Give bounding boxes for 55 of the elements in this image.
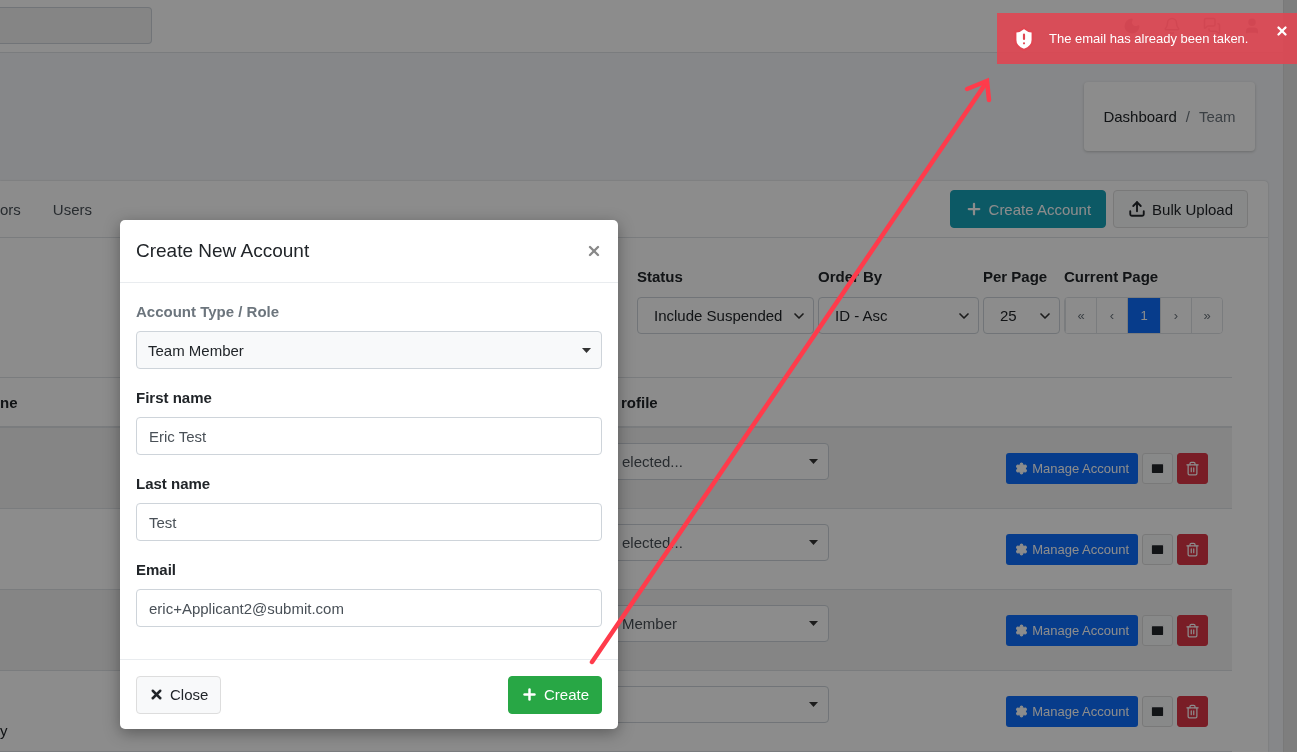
close-button[interactable]: Close: [136, 675, 222, 714]
close-icon: [149, 687, 164, 702]
field-label: First name: [136, 389, 213, 406]
shield-alert-icon: [1011, 25, 1037, 52]
create-account-button[interactable]: Create Account: [949, 190, 1107, 228]
input-field[interactable]: eric+Applicant2@submit.com: [136, 589, 602, 627]
gear-icon: [1015, 623, 1029, 637]
search-field[interactable]: [0, 7, 152, 45]
trash-icon[interactable]: [1177, 533, 1208, 565]
filter-label: Per Page: [983, 268, 1049, 285]
trash-icon[interactable]: [1177, 452, 1208, 484]
role-select[interactable]: Team Member: [136, 331, 602, 369]
close-icon[interactable]: [1275, 24, 1289, 38]
caret-icon: [809, 458, 818, 464]
field-label: Email: [136, 561, 178, 578]
column-header: ne: [0, 393, 18, 411]
gear-icon: [1015, 461, 1029, 475]
page-link[interactable]: »: [1191, 298, 1222, 333]
toast-message: The email has already been taken.: [1049, 31, 1249, 46]
column-header: rofile: [621, 393, 658, 411]
plus-icon: [520, 686, 538, 703]
filter-label: Status: [637, 268, 684, 285]
upload-icon: [1128, 200, 1147, 218]
close-icon[interactable]: [586, 243, 602, 259]
caret-icon: [809, 539, 818, 545]
filter-select[interactable]: Include Suspended: [637, 297, 814, 334]
manage-account-button[interactable]: Manage Account: [1006, 452, 1138, 484]
filter-select[interactable]: ID - Asc: [818, 297, 979, 334]
create-button[interactable]: Create: [507, 675, 602, 714]
breadcrumb-item[interactable]: Dashboard: [1103, 108, 1177, 126]
caret-icon: [809, 620, 818, 626]
filter-label: Current Page: [1064, 268, 1160, 285]
gear-icon: [1015, 704, 1029, 718]
manage-account-button[interactable]: Manage Account: [1006, 533, 1138, 565]
input-field[interactable]: Eric Test: [136, 417, 602, 455]
bulk-upload-button[interactable]: Bulk Upload: [1113, 190, 1248, 228]
breadcrumb-item: Team: [1198, 108, 1236, 126]
gear-icon: [1015, 542, 1029, 556]
manage-account-button[interactable]: Manage Account: [1006, 614, 1138, 646]
trash-icon[interactable]: [1177, 695, 1208, 727]
trash-icon[interactable]: [1177, 614, 1208, 646]
scrollbar[interactable]: [1283, 0, 1297, 752]
filter-select[interactable]: 25: [983, 297, 1060, 334]
table-cell-text: y: [0, 722, 9, 741]
caret-icon: [582, 347, 591, 353]
input-field[interactable]: Test: [136, 503, 602, 541]
field-label: Account Type / Role: [136, 303, 281, 320]
page-link[interactable]: 1: [1127, 298, 1160, 333]
caret-icon: [809, 701, 818, 707]
field-label: Last name: [136, 475, 212, 492]
breadcrumb-separator: /: [1185, 108, 1190, 126]
tab[interactable]: ors: [0, 200, 21, 218]
tab[interactable]: Users: [52, 200, 92, 218]
manage-account-button[interactable]: Manage Account: [1006, 695, 1138, 727]
dialog-title: Create New Account: [136, 240, 310, 262]
